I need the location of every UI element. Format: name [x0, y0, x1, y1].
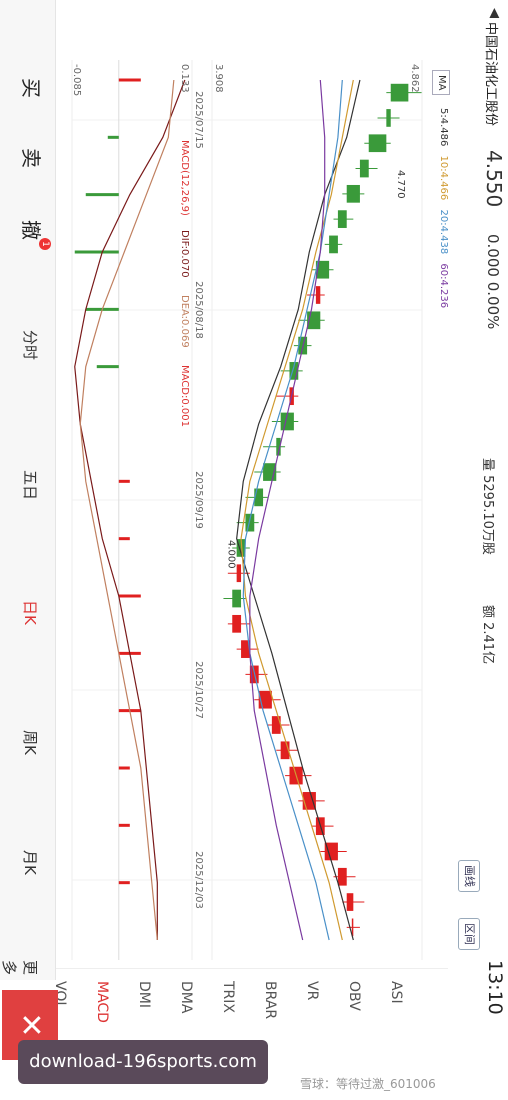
macd-title: MACD(12,26,9) [179, 140, 190, 216]
tab-intraday[interactable]: 分时 [20, 330, 41, 360]
tab-monthly-k[interactable]: 月K [20, 850, 41, 875]
candle-body [337, 210, 347, 228]
stock-name: 中国石油化工股份 [483, 22, 498, 127]
candle-body [329, 235, 338, 254]
tab-more[interactable]: 更多 [0, 960, 41, 980]
sell-button[interactable]: 卖 [18, 148, 47, 168]
candle-body [390, 83, 409, 102]
change-value: 0.000 [484, 234, 502, 277]
range-button[interactable]: 区间 [458, 918, 480, 950]
x-tick-label: 2025/08/18 [193, 281, 204, 339]
candle-body [232, 589, 242, 608]
macd-dea-label: DEA:0.069 [179, 295, 190, 348]
indicator-macd[interactable]: MACD [94, 981, 110, 1023]
header: ◀ 中国石油化工股份 4.550 0.000 0.00% 量 5295.10万股… [452, 0, 508, 1100]
tab-five-day[interactable]: 五日 [20, 470, 41, 500]
candle-body [236, 564, 242, 583]
low-mark-label: 4.000 [225, 540, 236, 569]
clock-time: 13:10 [484, 960, 506, 1015]
high-mark-label: 4.770 [395, 170, 406, 199]
price-change: 0.000 0.00% [484, 234, 502, 329]
current-price: 4.550 [482, 150, 506, 208]
change-percent: 0.00% [484, 281, 502, 330]
candle-body [368, 134, 387, 153]
x-tick-label: 2025/12/03 [193, 851, 204, 909]
watermark: 雪球：等待过激_601006 [300, 1077, 436, 1091]
cancel-badge: 1 [39, 238, 51, 250]
draw-line-button[interactable]: 画线 [458, 860, 480, 892]
macd-dif-label: DIF:0.070 [179, 230, 190, 278]
bottom-bar: 买 卖 撤 1 分时 五日 日K 周K 月K 更多 [0, 0, 56, 980]
indicator-dma[interactable]: DMA [178, 981, 194, 1013]
kline-chart[interactable]: 2025/07/15 2025/08/18 2025/09/19 2025/10/27… [62, 60, 452, 960]
candle-body [337, 867, 347, 886]
indicator-obv[interactable]: OBV [346, 981, 362, 1011]
buy-button[interactable]: 买 [18, 78, 47, 98]
indicator-trix[interactable]: TRIX [220, 981, 236, 1013]
macd-hist-label: MACD:0.001 [179, 365, 190, 427]
candle-body [359, 159, 369, 178]
amount: 额 2.41亿 [480, 605, 495, 665]
download-banner[interactable]: download-196sports.com [18, 1040, 268, 1084]
x-tick-label: 2025/07/15 [193, 91, 204, 149]
candle-body [346, 184, 360, 203]
x-tick-label: 2025/10/27 [193, 661, 204, 719]
indicator-brar[interactable]: BRAR [262, 981, 278, 1019]
candle-body [346, 893, 354, 911]
candle-body [315, 286, 321, 304]
price-bottom-label: 3.908 [213, 64, 224, 93]
candle-body [386, 109, 391, 127]
indicator-vr[interactable]: VR [304, 981, 320, 1000]
dea-line [79, 79, 175, 941]
ma-line-ma5 [236, 79, 361, 941]
ma-line-ma10 [240, 79, 354, 941]
x-tick-label: 2025/09/19 [193, 471, 204, 529]
macd-bottom-label: -0.085 [71, 64, 82, 96]
chevron-left-icon[interactable]: ◀ [487, 8, 502, 18]
indicator-dmi[interactable]: DMI [136, 981, 152, 1008]
candle-body [245, 513, 255, 532]
volume: 量 5295.10万股 [480, 458, 495, 555]
candle-body [302, 792, 316, 810]
tab-weekly-k[interactable]: 周K [20, 730, 41, 755]
ma-line-ma60 [249, 79, 326, 941]
cancel-order-button[interactable]: 撤 [18, 220, 47, 240]
ma-line-ma20 [242, 79, 343, 941]
indicator-asi[interactable]: ASI [388, 981, 404, 1004]
candle-body [232, 614, 242, 633]
macd-top-label: 0.133 [179, 64, 190, 93]
tab-daily-k[interactable]: 日K [20, 600, 41, 625]
price-top-label: 4.862 [409, 64, 420, 93]
